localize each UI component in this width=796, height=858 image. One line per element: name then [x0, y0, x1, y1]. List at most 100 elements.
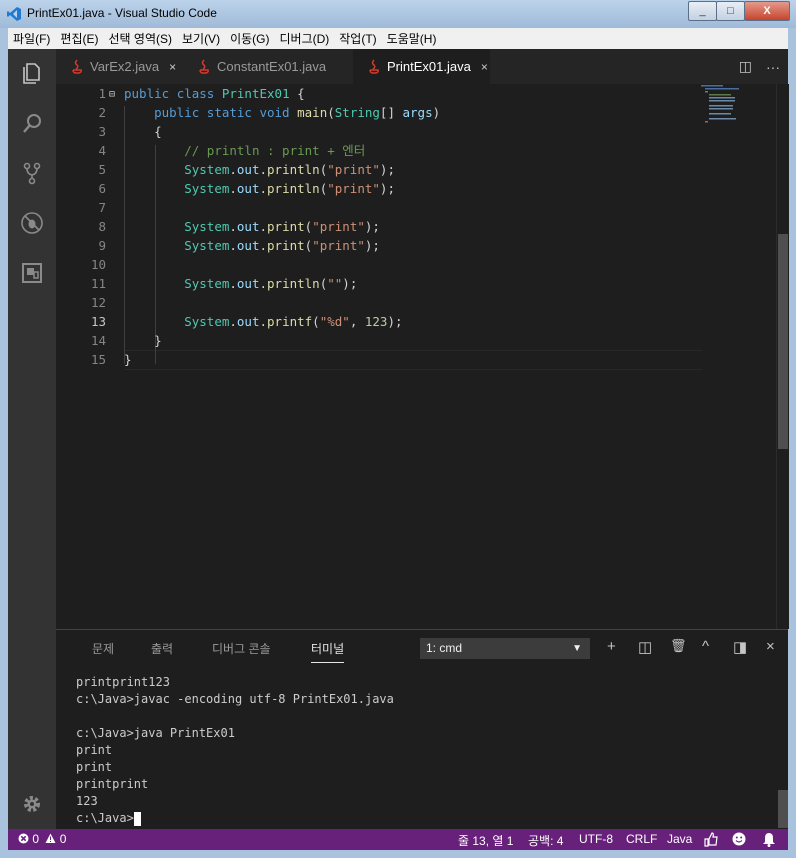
- line-number: 11: [90, 276, 106, 291]
- split-editor-icon[interactable]: ◫: [739, 58, 752, 75]
- code-line: System.out.println("print");: [184, 162, 395, 177]
- terminal-line: c:\Java>java PrintEx01: [76, 726, 235, 740]
- trash-icon[interactable]: 🗑: [670, 638, 687, 654]
- vscode-icon: [7, 7, 21, 21]
- workbench: VarEx2.java × ConstantEx01.java PrintEx0…: [8, 49, 789, 850]
- status-bar: 0 0 줄 13, 열 1 공백: 4 UTF-8 CRLF Java: [8, 829, 788, 850]
- code-line: System.out.print("print");: [184, 219, 380, 234]
- source-control-icon[interactable]: [20, 161, 44, 185]
- menu-help[interactable]: 도움말(H): [382, 30, 442, 47]
- bell-icon[interactable]: [762, 832, 776, 847]
- terminal-select[interactable]: 1: cmd ▼: [420, 638, 590, 659]
- menu-edit[interactable]: 편집(E): [55, 30, 103, 47]
- terminal-line: print: [76, 743, 113, 757]
- java-icon: [199, 58, 209, 74]
- tab-debug-console[interactable]: 디버그 콘솔: [212, 640, 271, 657]
- terminal-prompt: c:\Java>: [76, 810, 141, 827]
- terminal-select-value: 1: cmd: [426, 641, 463, 655]
- maximize-button[interactable]: □: [716, 1, 745, 21]
- line-number: 9: [98, 238, 106, 253]
- line-number: 8: [98, 219, 106, 234]
- split-terminal-icon[interactable]: ◫: [638, 638, 652, 656]
- terminal-line: printprint123: [76, 675, 170, 689]
- code-line: System.out.println("print");: [184, 181, 395, 196]
- warning-count-value: 0: [59, 832, 67, 846]
- editor-scrollbar[interactable]: [776, 84, 789, 629]
- java-icon: [369, 58, 379, 74]
- panel-layout-icon[interactable]: ◨: [733, 638, 747, 656]
- debug-icon[interactable]: [20, 211, 44, 235]
- app-window: PrintEx01.java - Visual Studio Code _ □ …: [0, 0, 796, 858]
- minimize-button[interactable]: _: [688, 1, 717, 21]
- terminal-scrollbar[interactable]: [778, 790, 788, 828]
- prompt-text: c:\Java>: [76, 811, 134, 825]
- terminal-line: print: [76, 760, 113, 774]
- current-line-highlight: [124, 350, 702, 370]
- code-line: System.out.println("");: [184, 276, 358, 291]
- menu-file[interactable]: 파일(F): [8, 30, 55, 47]
- search-icon[interactable]: [20, 111, 44, 135]
- menu-go[interactable]: 이동(G): [225, 30, 274, 47]
- code-line: System.out.printf("%d", 123);: [184, 314, 403, 329]
- title-bar: PrintEx01.java - Visual Studio Code _ □ …: [0, 0, 796, 28]
- close-panel-icon[interactable]: ×: [766, 638, 775, 655]
- tab-label: VarEx2.java: [90, 59, 160, 74]
- error-count[interactable]: 0 0: [18, 832, 66, 846]
- scrollbar-thumb[interactable]: [778, 234, 788, 449]
- terminal-cursor: [133, 811, 141, 826]
- bottom-panel: 문제 출력 디버그 콘솔 터미널 1: cmd ▼ + ◫ 🗑 ^ ◨ × pr…: [56, 629, 788, 830]
- code-line: public class PrintEx01 {: [124, 86, 305, 101]
- more-actions-icon[interactable]: ···: [766, 59, 780, 75]
- line-number: 4: [98, 143, 106, 158]
- line-ending[interactable]: CRLF: [626, 832, 657, 846]
- line-number: 6: [98, 181, 106, 196]
- tab-printex01[interactable]: PrintEx01.java ×: [353, 49, 490, 84]
- line-number: 3: [98, 124, 106, 139]
- line-number-current: 13: [90, 314, 106, 329]
- error-icon: [18, 833, 29, 844]
- chevron-down-icon: ▼: [572, 643, 582, 654]
- close-tab-icon[interactable]: ×: [481, 60, 488, 74]
- line-number: 5: [98, 162, 106, 177]
- close-window-button[interactable]: X: [744, 1, 790, 21]
- line-number: 15: [90, 352, 106, 367]
- tab-varex2[interactable]: VarEx2.java ×: [56, 49, 183, 84]
- terminal-line: 123: [76, 794, 98, 808]
- line-number: 2: [98, 105, 106, 120]
- tab-terminal[interactable]: 터미널: [311, 640, 345, 663]
- code-editor[interactable]: ⊟ 1 2 3 4 5 6 7 8 9 10 11 12 13 14 15 pu…: [56, 84, 789, 629]
- code-line: }: [124, 333, 162, 348]
- tab-problems[interactable]: 문제: [92, 640, 114, 657]
- terminal-line: printprint: [76, 777, 149, 791]
- line-number: 7: [98, 200, 106, 215]
- gear-icon[interactable]: [20, 792, 44, 816]
- line-number: 1: [98, 86, 106, 101]
- java-icon: [72, 58, 82, 74]
- menu-bar: 파일(F) 편집(E) 선택 영역(S) 보기(V) 이동(G) 디버그(D) …: [8, 28, 788, 49]
- error-count-value: 0: [32, 832, 40, 846]
- tab-constantex01[interactable]: ConstantEx01.java: [183, 49, 353, 84]
- line-number: 10: [90, 257, 106, 272]
- menu-view[interactable]: 보기(V): [177, 30, 225, 47]
- maximize-panel-icon[interactable]: ^: [702, 638, 709, 655]
- encoding[interactable]: UTF-8: [579, 832, 613, 846]
- menu-selection[interactable]: 선택 영역(S): [103, 30, 177, 47]
- minimap[interactable]: [701, 84, 776, 629]
- fold-icon[interactable]: ⊟: [109, 89, 115, 100]
- window-title: PrintEx01.java - Visual Studio Code: [27, 6, 217, 20]
- menu-tasks[interactable]: 작업(T): [334, 30, 381, 47]
- tab-label: ConstantEx01.java: [217, 59, 327, 74]
- language-mode[interactable]: Java: [667, 832, 692, 846]
- explorer-icon[interactable]: [20, 61, 44, 85]
- close-tab-icon[interactable]: ×: [169, 60, 176, 74]
- line-number: 12: [90, 295, 106, 310]
- thumbs-up-icon[interactable]: [704, 832, 718, 847]
- smiley-icon[interactable]: [732, 832, 746, 846]
- code-line: public static void main(String[] args): [154, 105, 441, 120]
- cursor-position[interactable]: 줄 13, 열 1: [458, 832, 513, 849]
- menu-debug[interactable]: 디버그(D): [274, 30, 334, 47]
- new-terminal-icon[interactable]: +: [607, 638, 616, 655]
- indentation[interactable]: 공백: 4: [528, 832, 563, 849]
- extensions-icon[interactable]: [20, 261, 44, 285]
- tab-output[interactable]: 출력: [151, 640, 173, 657]
